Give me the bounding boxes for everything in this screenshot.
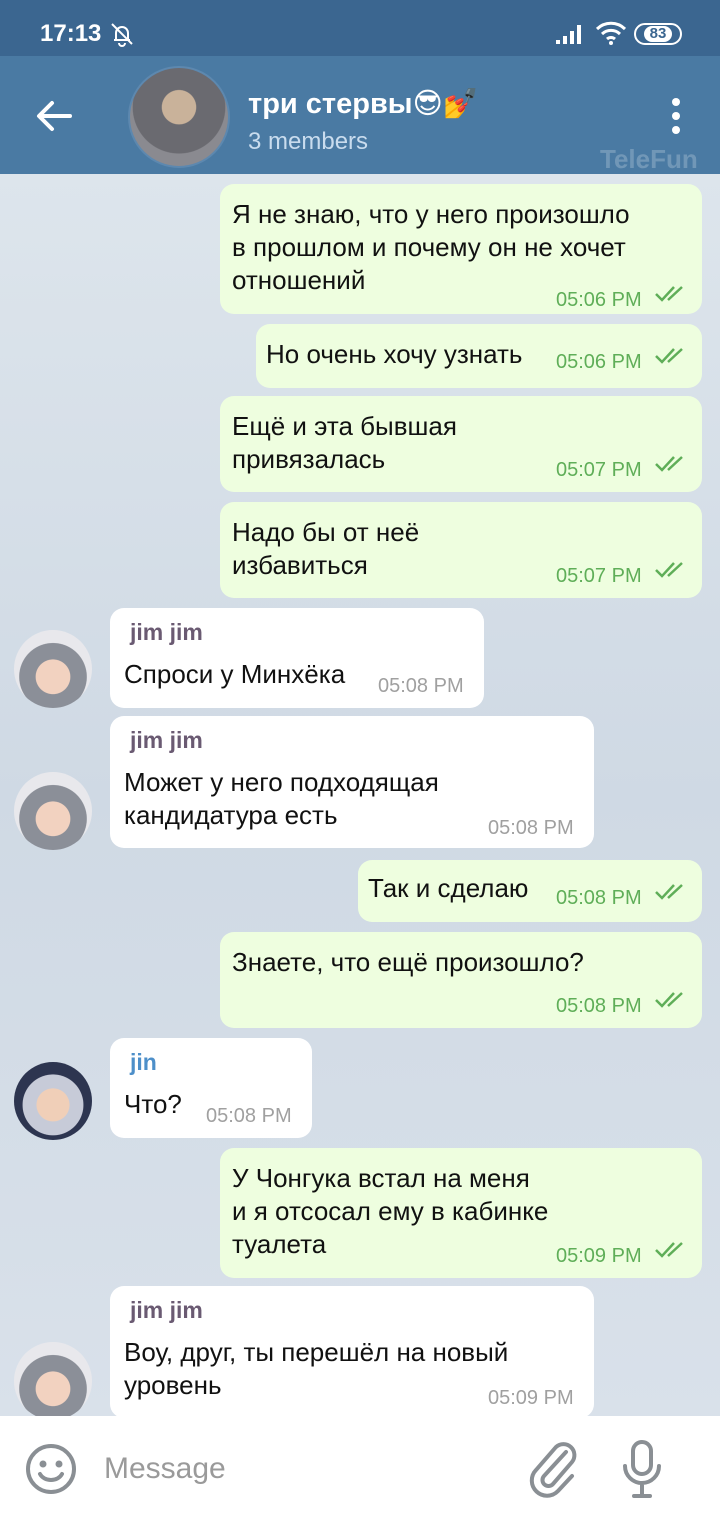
composer-bar: Message <box>0 1416 720 1520</box>
message-time: 05:08 PM <box>556 887 642 909</box>
message-text: Я не знаю, что у него произошло в прошло… <box>232 199 630 295</box>
message-text: Воу, друг, ты перешёл на новый уровень <box>124 1337 509 1400</box>
double-check-icon <box>655 992 683 1008</box>
outgoing-message[interactable]: Знаете, что ещё произошло? 05:08 PM <box>220 932 702 1028</box>
signal-icon <box>556 25 581 44</box>
message-text: У Чонгука встал на меня и я отсосал ему … <box>232 1163 549 1259</box>
back-arrow-icon[interactable] <box>32 94 76 138</box>
double-check-icon <box>655 286 683 302</box>
outgoing-message[interactable]: Так и сделаю 05:08 PM <box>358 860 702 922</box>
message-list[interactable]: Я не знаю, что у него произошло в прошло… <box>0 174 720 1416</box>
sender-name[interactable]: jim jim <box>130 1294 203 1327</box>
message-time: 05:08 PM <box>556 995 642 1017</box>
message-text: Знаете, что ещё произошло? <box>232 947 584 977</box>
message-text: Что? <box>124 1089 182 1119</box>
message-time: 05:06 PM <box>556 351 642 373</box>
sender-name[interactable]: jin <box>130 1046 157 1079</box>
battery-level: 83 <box>643 26 673 42</box>
message-text: Спроси у Минхёка <box>124 659 346 689</box>
message-text: Но очень хочу узнать <box>266 339 523 369</box>
chat-header: три стервы😎💅 3 members TeleFun <box>0 56 720 174</box>
incoming-message[interactable]: jim jim Воу, друг, ты перешёл на новый у… <box>110 1286 594 1416</box>
bell-off-icon <box>111 23 133 47</box>
paperclip-icon[interactable] <box>528 1440 578 1498</box>
message-text: Может у него подходящая кандидатура есть <box>124 767 439 830</box>
double-check-icon <box>655 348 683 364</box>
message-text: Надо бы от неё избавиться <box>232 517 420 580</box>
chat-title[interactable]: три стервы😎💅 <box>248 86 479 121</box>
wifi-icon <box>595 21 627 45</box>
message-time: 05:08 PM <box>206 1105 292 1127</box>
microphone-icon[interactable] <box>620 1438 664 1500</box>
members-count: 3 members <box>248 128 369 155</box>
double-check-icon <box>655 562 683 578</box>
sender-avatar[interactable] <box>14 772 92 850</box>
outgoing-message[interactable]: Надо бы от неё избавиться 05:07 PM <box>220 502 702 598</box>
sender-avatar[interactable] <box>14 1342 92 1416</box>
outgoing-message[interactable]: Но очень хочу узнать 05:06 PM <box>256 324 702 388</box>
smiley-icon[interactable] <box>24 1442 78 1496</box>
watermark: TeleFun <box>600 144 698 174</box>
incoming-message[interactable]: jin Что? 05:08 PM <box>110 1038 312 1138</box>
message-time: 05:08 PM <box>488 817 574 839</box>
outgoing-message[interactable]: Ещё и эта бывшая привязалась 05:07 PM <box>220 396 702 492</box>
outgoing-message[interactable]: Я не знаю, что у него произошло в прошло… <box>220 184 702 314</box>
incoming-message[interactable]: jim jim Может у него подходящая кандидат… <box>110 716 594 848</box>
message-time: 05:09 PM <box>488 1387 574 1409</box>
outgoing-message[interactable]: У Чонгука встал на меня и я отсосал ему … <box>220 1148 702 1278</box>
sender-name[interactable]: jim jim <box>130 724 203 757</box>
status-time: 17:13 <box>40 20 102 47</box>
incoming-message[interactable]: jim jim Спроси у Минхёка 05:08 PM <box>110 608 484 708</box>
more-options-icon[interactable] <box>664 96 688 136</box>
battery-indicator: 83 <box>634 23 682 45</box>
sender-avatar[interactable] <box>14 630 92 708</box>
message-time: 05:06 PM <box>556 289 642 311</box>
message-time: 05:07 PM <box>556 565 642 587</box>
message-time: 05:09 PM <box>556 1245 642 1267</box>
status-bar: 17:13 83 <box>0 0 720 56</box>
message-input[interactable]: Message <box>104 1452 226 1486</box>
double-check-icon <box>655 1242 683 1258</box>
message-time: 05:07 PM <box>556 459 642 481</box>
message-text: Так и сделаю <box>368 873 529 903</box>
sender-name[interactable]: jim jim <box>130 616 203 649</box>
message-text: Ещё и эта бывшая привязалась <box>232 411 457 474</box>
double-check-icon <box>655 884 683 900</box>
double-check-icon <box>655 456 683 472</box>
sender-avatar[interactable] <box>14 1062 92 1140</box>
message-time: 05:08 PM <box>378 675 464 697</box>
group-avatar[interactable] <box>128 66 230 168</box>
